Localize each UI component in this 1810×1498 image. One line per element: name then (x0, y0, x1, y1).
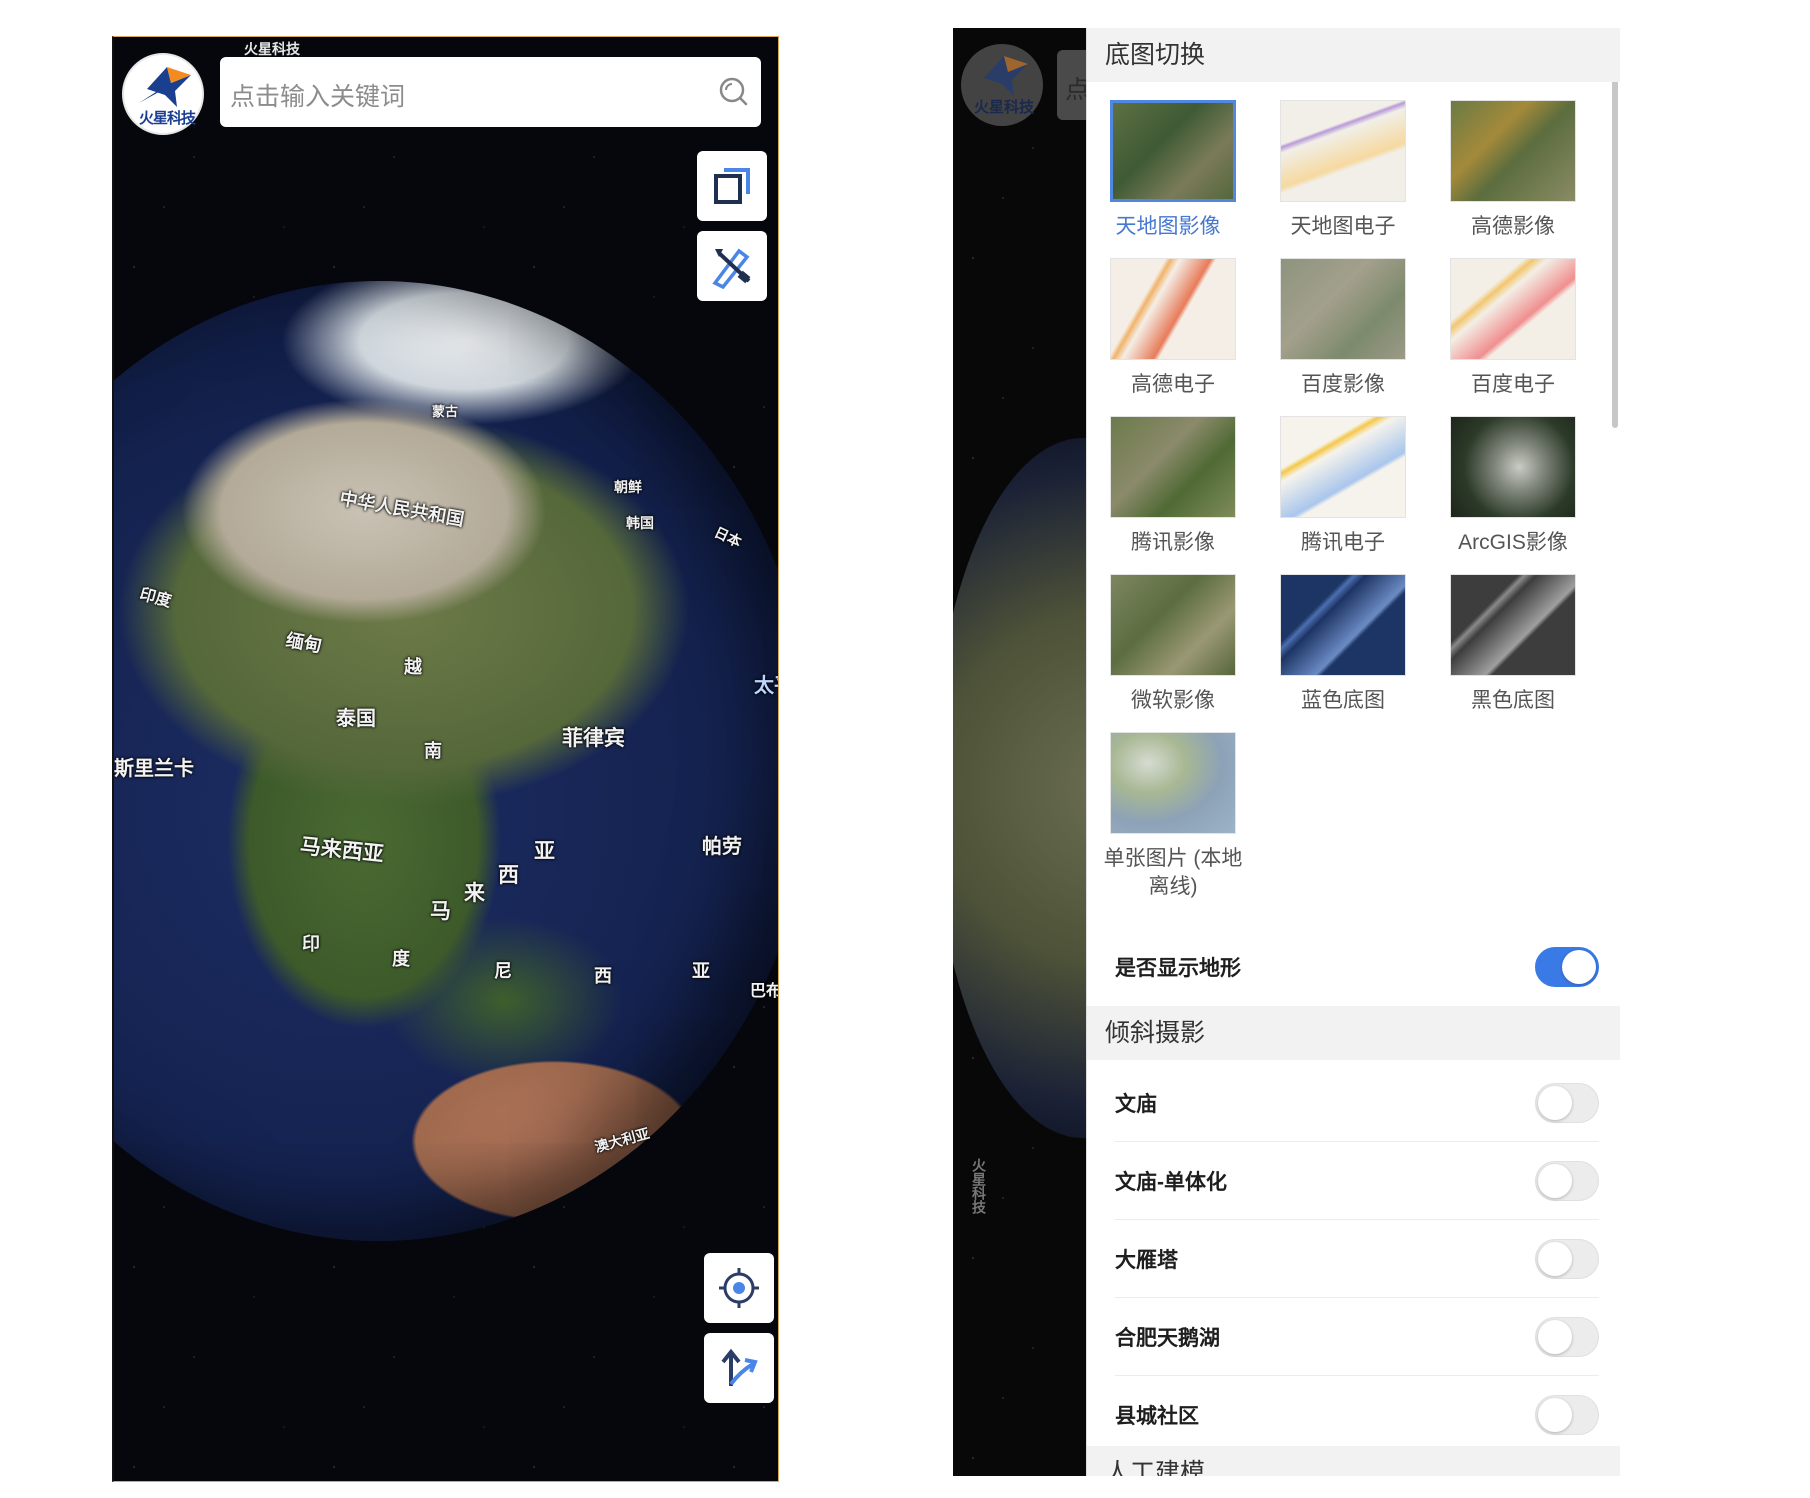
basemap-label[interactable]: 百度电子 (1428, 368, 1598, 398)
basemap-thumb-baidu-imagery[interactable] (1280, 258, 1406, 360)
app-logo: 火星科技 (961, 44, 1043, 126)
basemap-thumb-tianditu-imagery[interactable] (1110, 100, 1236, 202)
oblique-item-row: 县城社区 (1115, 1376, 1599, 1454)
oblique-item-toggle[interactable] (1535, 1317, 1599, 1357)
oblique-item-toggle[interactable] (1535, 1395, 1599, 1435)
search-icon[interactable] (717, 75, 749, 107)
basemap-thumb-blue-basemap[interactable] (1280, 574, 1406, 676)
star-logo-icon (984, 56, 1028, 96)
oblique-item-toggle[interactable] (1535, 1239, 1599, 1279)
basemap-label[interactable]: 离线) (1088, 870, 1258, 900)
map-label: 亚 (534, 840, 555, 863)
basemap-label[interactable]: 腾讯电子 (1258, 526, 1428, 556)
map-label: 来 (464, 882, 485, 905)
oblique-item-label: 文庙-单体化 (1115, 1171, 1227, 1194)
map-label: 西 (498, 864, 519, 887)
map-label: 太平 (754, 675, 778, 697)
search-placeholder: 点击输入关键词 (230, 83, 406, 111)
search-input[interactable]: 点击输入关键词 (220, 57, 761, 127)
map-label: 朝鲜 (614, 479, 642, 495)
terrain-setting-row: 是否显示地形 (1115, 928, 1599, 1006)
basemap-thumb-tencent-imagery[interactable] (1110, 416, 1236, 518)
map-label: 印 (302, 934, 320, 954)
oblique-item-toggle[interactable] (1535, 1083, 1599, 1123)
map-label: 度 (392, 949, 410, 969)
oblique-item-row: 文庙 (1115, 1064, 1599, 1142)
map-label: 亚 (692, 961, 710, 981)
basemap-label[interactable]: 高德影像 (1428, 210, 1598, 240)
map-screen-left: 蒙古 中华人民共和国 朝鲜 韩国 日本 印度 缅甸 越 泰国 南 菲律宾 斯里兰… (112, 36, 779, 1482)
terrain-label: 是否显示地形 (1115, 957, 1241, 980)
basemap-thumb-black-basemap[interactable] (1450, 574, 1576, 676)
basemap-label[interactable]: ArcGIS影像 (1428, 526, 1598, 556)
basemap-label[interactable]: 天地图影像 (1083, 210, 1253, 240)
locate-icon (719, 1268, 759, 1308)
oblique-item-row: 大雁塔 (1115, 1220, 1599, 1298)
logo-text: 火星科技 (973, 99, 1034, 116)
map-label: 泰国 (336, 708, 376, 730)
map-screen-right: 火星科技 点 火星科技 底图切换 天地图影像 天地图电子 高德影像 高德电子 百… (953, 28, 1620, 1476)
map-label: 越 (404, 657, 422, 677)
oblique-item-toggle[interactable] (1535, 1161, 1599, 1201)
basemap-thumb-tencent-vector[interactable] (1280, 416, 1406, 518)
basemap-thumb-single-image[interactable] (1110, 732, 1236, 834)
logo-text: 火星科技 (138, 110, 196, 127)
basemap-label[interactable]: 腾讯影像 (1088, 526, 1258, 556)
basemap-thumb-baidu-vector[interactable] (1450, 258, 1576, 360)
layer-settings-panel[interactable]: 底图切换 天地图影像 天地图电子 高德影像 高德电子 百度影像 百度电子 腾讯影… (1086, 28, 1620, 1476)
map-label: 帕劳 (702, 836, 742, 858)
map-label: 斯里兰卡 (114, 758, 194, 780)
oblique-item-label: 县城社区 (1115, 1405, 1199, 1428)
terrain-toggle[interactable] (1535, 947, 1599, 987)
map-label: 南 (424, 741, 442, 761)
map-label: 巴布 (750, 983, 779, 1000)
oblique-item-label: 合肥天鹅湖 (1115, 1327, 1220, 1350)
basemap-label[interactable]: 天地图电子 (1258, 210, 1428, 240)
section-header-manual-modeling: 人工建模 (1087, 1446, 1620, 1476)
map-label: 尼 (494, 961, 512, 981)
app-logo[interactable]: 火星科技 (122, 53, 204, 135)
app-watermark: 火星科技 (244, 41, 300, 57)
measure-button[interactable] (697, 231, 767, 301)
oblique-item-row: 文庙-单体化 (1115, 1142, 1599, 1220)
oblique-item-label: 文庙 (1115, 1093, 1157, 1116)
basemap-thumb-arcgis-imagery[interactable] (1450, 416, 1576, 518)
oblique-item-row: 合肥天鹅湖 (1115, 1298, 1599, 1376)
basemap-label[interactable]: 高德电子 (1088, 368, 1258, 398)
map-label: 蒙古 (432, 404, 459, 419)
basemap-thumb-gaode-vector[interactable] (1110, 258, 1236, 360)
basemap-label[interactable]: 蓝色底图 (1258, 684, 1428, 714)
star-logo-icon (139, 67, 191, 107)
locate-button[interactable] (704, 1253, 774, 1323)
map-label: 韩国 (626, 515, 654, 531)
section-header-oblique: 倾斜摄影 (1087, 1006, 1620, 1060)
scrollbar[interactable] (1612, 28, 1618, 428)
basemap-label[interactable]: 黑色底图 (1428, 684, 1598, 714)
basemap-label[interactable]: 微软影像 (1088, 684, 1258, 714)
basemap-thumb-tianditu-vector[interactable] (1280, 100, 1406, 202)
globe[interactable] (114, 281, 778, 1241)
map-label: 菲律宾 (562, 727, 625, 750)
basemap-thumb-gaode-imagery[interactable] (1450, 100, 1576, 202)
route-icon (721, 1348, 758, 1386)
basemap-thumb-microsoft-imagery[interactable] (1110, 574, 1236, 676)
section-header-basemap: 底图切换 (1087, 28, 1620, 82)
layers-icon (714, 168, 750, 204)
side-watermark: 火星科技 (971, 1158, 987, 1214)
map-label: 西 (594, 966, 612, 986)
layers-button[interactable] (697, 151, 767, 221)
oblique-item-label: 大雁塔 (1115, 1249, 1178, 1272)
route-button[interactable] (704, 1333, 774, 1403)
basemap-label[interactable]: 百度影像 (1258, 368, 1428, 398)
measure-ruler-icon (712, 248, 751, 289)
map-label: 马 (430, 900, 451, 923)
basemap-label[interactable]: 单张图片 (本地 (1088, 842, 1258, 872)
